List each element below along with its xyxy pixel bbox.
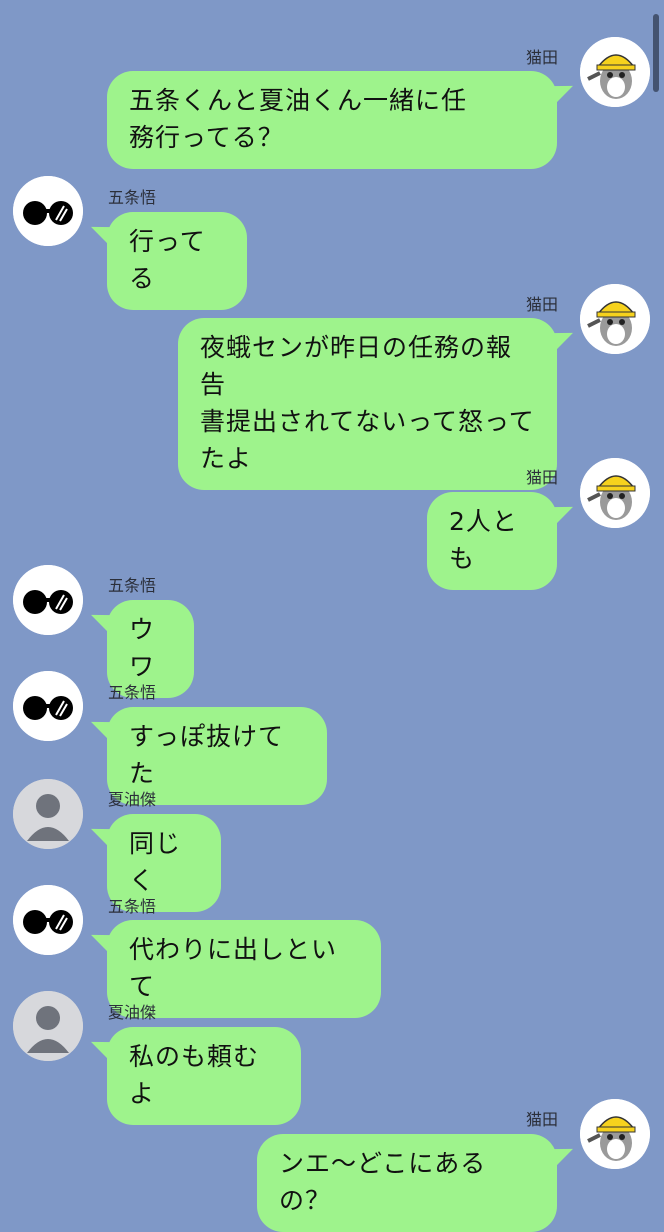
sunglasses-icon[interactable] bbox=[13, 671, 83, 741]
default-person-icon[interactable] bbox=[13, 991, 83, 1061]
sender-name: 猫田 bbox=[525, 48, 558, 67]
message-bubble[interactable]: 2人とも bbox=[427, 492, 557, 590]
sender-name: 五条悟 bbox=[108, 576, 157, 595]
sunglasses-icon[interactable] bbox=[13, 176, 83, 246]
default-person-icon[interactable] bbox=[13, 779, 83, 849]
message-bubble[interactable]: 夜蛾センが昨日の任務の報告 書提出されてないって怒って たよ bbox=[178, 318, 557, 490]
cat-helmet-icon[interactable] bbox=[580, 458, 650, 528]
sender-name: 五条悟 bbox=[108, 683, 157, 702]
cat-helmet-icon[interactable] bbox=[580, 37, 650, 107]
cat-helmet-icon[interactable] bbox=[580, 1099, 650, 1169]
sender-name: 夏油傑 bbox=[108, 1003, 157, 1022]
sender-name: 猫田 bbox=[525, 1110, 558, 1129]
sender-name: 猫田 bbox=[525, 468, 558, 487]
message-bubble[interactable]: 私のも頼むよ bbox=[107, 1027, 301, 1125]
sender-name: 五条悟 bbox=[108, 188, 157, 207]
message-bubble[interactable]: 行ってる bbox=[107, 212, 247, 310]
sunglasses-icon[interactable] bbox=[13, 565, 83, 635]
sender-name: 猫田 bbox=[525, 295, 558, 314]
sender-name: 夏油傑 bbox=[108, 790, 157, 809]
cat-helmet-icon[interactable] bbox=[580, 284, 650, 354]
message-bubble[interactable]: ンエ～どこにあるの？ bbox=[257, 1134, 557, 1232]
scrollbar[interactable] bbox=[653, 14, 659, 92]
sunglasses-icon[interactable] bbox=[13, 885, 83, 955]
sender-name: 五条悟 bbox=[108, 897, 157, 916]
message-bubble[interactable]: 五条くんと夏油くん一緒に任 務行ってる？ bbox=[107, 71, 557, 169]
